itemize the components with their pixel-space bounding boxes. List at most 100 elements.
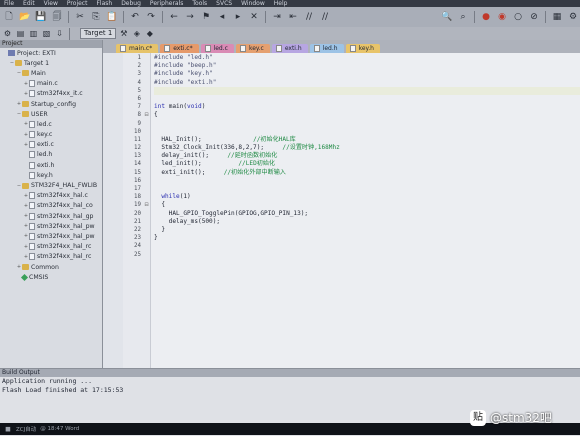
tree-item[interactable]: + key.c xyxy=(0,130,102,140)
comment-icon[interactable]: // xyxy=(302,11,316,24)
tree-item[interactable]: + stm32f4xx_hal_pw xyxy=(0,221,102,231)
breakpoint-kill-icon[interactable]: ⊘ xyxy=(527,11,541,24)
code-line[interactable] xyxy=(154,128,580,136)
tree-item[interactable]: + stm32f4xx_hal_co xyxy=(0,201,102,211)
code-line[interactable]: delay_ms(500); xyxy=(154,218,580,226)
tree-item[interactable]: + main.c xyxy=(0,79,102,89)
find-icon[interactable]: 🔍 xyxy=(440,11,454,24)
code-line[interactable] xyxy=(154,251,580,259)
start-icon[interactable]: ◼ xyxy=(4,423,12,436)
batch-build-icon[interactable]: ▧ xyxy=(41,28,52,39)
tab-key-h[interactable]: key.h xyxy=(345,44,380,53)
fold-toggle-icon[interactable]: ⊟ xyxy=(143,201,150,209)
translate-icon[interactable]: ⚙ xyxy=(2,28,13,39)
code-line[interactable] xyxy=(154,95,580,103)
download-icon[interactable]: ⇩ xyxy=(54,28,65,39)
code-line[interactable]: } xyxy=(154,226,580,234)
unindent-icon[interactable]: ⇤ xyxy=(286,11,300,24)
menu-item-window[interactable]: Window xyxy=(241,0,265,7)
menu-item-file[interactable]: File xyxy=(4,0,14,7)
open-file-icon[interactable]: 📂 xyxy=(18,11,32,24)
code-area[interactable]: 1 2 3 4 5 6 7 8 9 10 11 12 13 14 15 16 17 18 19 20 21 22 23 24 2… xyxy=(103,53,580,368)
taskbar-item[interactable]: @ 18:47 Word xyxy=(40,426,79,432)
target-options-icon[interactable]: ⚒ xyxy=(118,28,129,39)
tree-item[interactable]: + Common xyxy=(0,262,102,272)
new-file-icon[interactable]: 🗋 xyxy=(2,11,16,24)
tree-item[interactable]: − Main xyxy=(0,68,102,78)
tree-item[interactable]: − USER xyxy=(0,109,102,119)
menu-item-svcs[interactable]: SVCS xyxy=(216,0,232,7)
taskbar-item[interactable]: ZCJ自动 xyxy=(16,425,36,433)
uncomment-icon[interactable]: ∕∕ xyxy=(318,11,332,24)
fold-toggle-icon[interactable]: ⊟ xyxy=(143,111,150,119)
tab-key-c[interactable]: key.c xyxy=(235,44,270,53)
tree-item[interactable]: exti.h xyxy=(0,160,102,170)
cut-icon[interactable]: ✂ xyxy=(73,11,87,24)
code-line[interactable]: { xyxy=(154,111,580,119)
build-icon[interactable]: ▤ xyxy=(15,28,26,39)
settings-icon[interactable]: ⚙ xyxy=(566,11,580,24)
copy-icon[interactable]: ⎘ xyxy=(89,11,103,24)
code-line[interactable]: led_init(); //LED初始化 xyxy=(154,160,580,168)
code-line[interactable] xyxy=(154,177,580,185)
code-line[interactable]: HAL_Init(); //初始化HAL库 xyxy=(154,136,580,144)
code-line[interactable]: while(1) xyxy=(154,193,580,201)
tree-item[interactable]: led.h xyxy=(0,150,102,160)
code-line[interactable]: HAL_GPIO_TogglePin(GPIOG,GPIO_PIN_13); xyxy=(154,210,580,218)
bookmark-prev-icon[interactable]: ◂ xyxy=(215,11,229,24)
menu-item-edit[interactable]: Edit xyxy=(23,0,35,7)
tree-item[interactable]: + exti.c xyxy=(0,140,102,150)
rebuild-icon[interactable]: ▥ xyxy=(28,28,39,39)
breakpoint-disable-icon[interactable]: ○ xyxy=(511,11,525,24)
redo-icon[interactable]: ↷ xyxy=(144,11,158,24)
menu-item-debug[interactable]: Debug xyxy=(121,0,141,7)
save-all-icon[interactable]: 🗐 xyxy=(50,11,64,24)
bookmark-icon[interactable]: ⚑ xyxy=(199,11,213,24)
target-select[interactable]: Target 1 xyxy=(80,28,117,39)
tab-main-c-[interactable]: main.c* xyxy=(116,44,159,53)
tree-item[interactable]: Project: EXTI xyxy=(0,48,102,58)
manage-components-icon[interactable]: ◈ xyxy=(131,28,142,39)
undo-icon[interactable]: ↶ xyxy=(128,11,142,24)
menu-item-project[interactable]: Project xyxy=(67,0,88,7)
tab-led-c[interactable]: led.c xyxy=(200,44,234,53)
save-icon[interactable]: 💾 xyxy=(34,11,48,24)
tree-item[interactable]: CMSIS xyxy=(0,272,102,282)
tree-item[interactable]: + stm32f4xx_hal_pw xyxy=(0,231,102,241)
code-line[interactable]: #include "exti.h" xyxy=(154,79,580,87)
tree-item[interactable]: + Startup_config xyxy=(0,99,102,109)
code-line[interactable]: exti_init(); //初始化外部中断输入 xyxy=(154,169,580,177)
tree-item[interactable]: + stm32f4xx_hal_gp xyxy=(0,211,102,221)
code-line[interactable] xyxy=(154,120,580,128)
tree-item[interactable]: + stm32f4xx_hal_rc xyxy=(0,252,102,262)
tree-item[interactable]: − STM32F4_HAL_FWLIB xyxy=(0,180,102,190)
tree-item[interactable]: key.h xyxy=(0,170,102,180)
indent-icon[interactable]: ⇥ xyxy=(270,11,284,24)
code-line[interactable]: int main(void) xyxy=(154,103,580,111)
tab-exti-h[interactable]: exti.h xyxy=(271,44,308,53)
bookmark-clear-icon[interactable]: ✕ xyxy=(247,11,261,24)
code-line[interactable]: #include "beep.h" xyxy=(154,62,580,70)
tree-item[interactable]: + led.c xyxy=(0,119,102,129)
menu-item-flash[interactable]: Flash xyxy=(96,0,112,7)
tree-item[interactable]: + stm32f4xx_hal_rc xyxy=(0,242,102,252)
menu-item-peripherals[interactable]: Peripherals xyxy=(150,0,183,7)
code-line[interactable] xyxy=(154,86,580,95)
code-line[interactable] xyxy=(154,242,580,250)
code-line[interactable]: #include "led.h" xyxy=(154,54,580,62)
menu-item-tools[interactable]: Tools xyxy=(192,0,207,7)
paste-icon[interactable]: 📋 xyxy=(105,11,119,24)
menu-item-view[interactable]: View xyxy=(44,0,58,7)
code-line[interactable]: } xyxy=(154,234,580,242)
menu-item-help[interactable]: Help xyxy=(274,0,288,7)
tree-item[interactable]: − Target 1 xyxy=(0,58,102,68)
breakpoint-icon[interactable]: ◉ xyxy=(495,11,509,24)
tree-item[interactable]: + stm32f4xx_it.c xyxy=(0,89,102,99)
code-line[interactable]: { xyxy=(154,201,580,209)
nav-forward-icon[interactable]: → xyxy=(183,11,197,24)
code-line[interactable] xyxy=(154,185,580,193)
tree-item[interactable]: + stm32f4xx_hal.c xyxy=(0,191,102,201)
tab-exti-c-[interactable]: exti.c* xyxy=(160,44,199,53)
window-layout-icon[interactable]: ▦ xyxy=(550,11,564,24)
debug-start-icon[interactable]: ● xyxy=(479,11,493,24)
